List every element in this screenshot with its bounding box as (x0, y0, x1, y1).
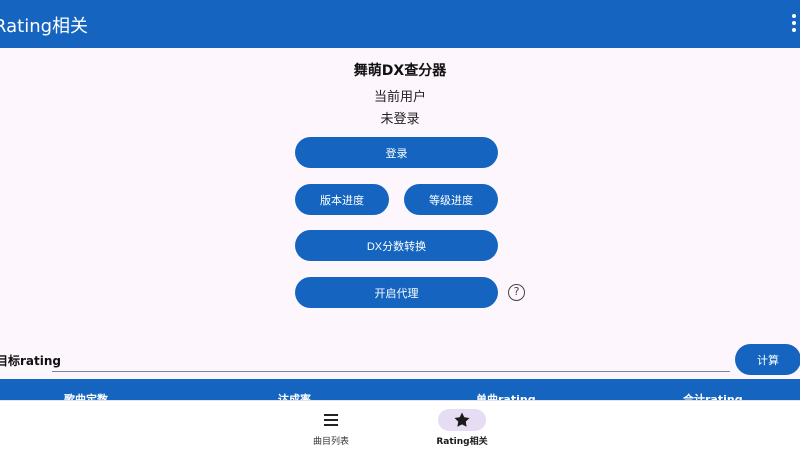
calculate-button[interactable]: 计算 (735, 344, 800, 375)
current-user-label: 当前用户 (373, 90, 426, 105)
menu-icon (324, 414, 338, 426)
app-root: Rating相关 舞萌DX查分器 当前用户 未登录 登录 版本进度 等级进度 D… (0, 0, 800, 449)
main-content: 舞萌DX查分器 当前用户 未登录 登录 版本进度 等级进度 DX分数转换 开启代… (0, 48, 800, 378)
star-icon (454, 412, 470, 427)
nav-item-rating[interactable]: Rating相关 (402, 401, 522, 449)
level-progress-button[interactable]: 等级进度 (404, 184, 498, 215)
nav-item-song-list[interactable]: 曲目列表 (271, 401, 391, 449)
bottom-navigation: 曲目列表 Rating相关 (0, 400, 800, 449)
target-rating-input[interactable] (52, 344, 730, 372)
help-icon[interactable]: ? (508, 284, 525, 301)
login-status: 未登录 (380, 112, 420, 127)
enable-proxy-button[interactable]: 开启代理 (295, 277, 498, 308)
version-progress-button[interactable]: 版本进度 (295, 184, 389, 215)
dx-score-convert-button[interactable]: DX分数转换 (295, 230, 498, 261)
more-vert-icon[interactable] (792, 14, 796, 34)
login-button[interactable]: 登录 (295, 137, 498, 168)
nav-active-indicator (438, 409, 486, 431)
top-app-bar: Rating相关 (0, 0, 800, 48)
page-heading: 舞萌DX查分器 (353, 63, 447, 79)
rating-table-header: 歌曲定数 达成率 单曲rating 合计rating (0, 379, 800, 401)
app-bar-title: Rating相关 (0, 16, 89, 37)
nav-item-label: Rating相关 (436, 437, 488, 447)
nav-item-label: 曲目列表 (312, 437, 349, 447)
